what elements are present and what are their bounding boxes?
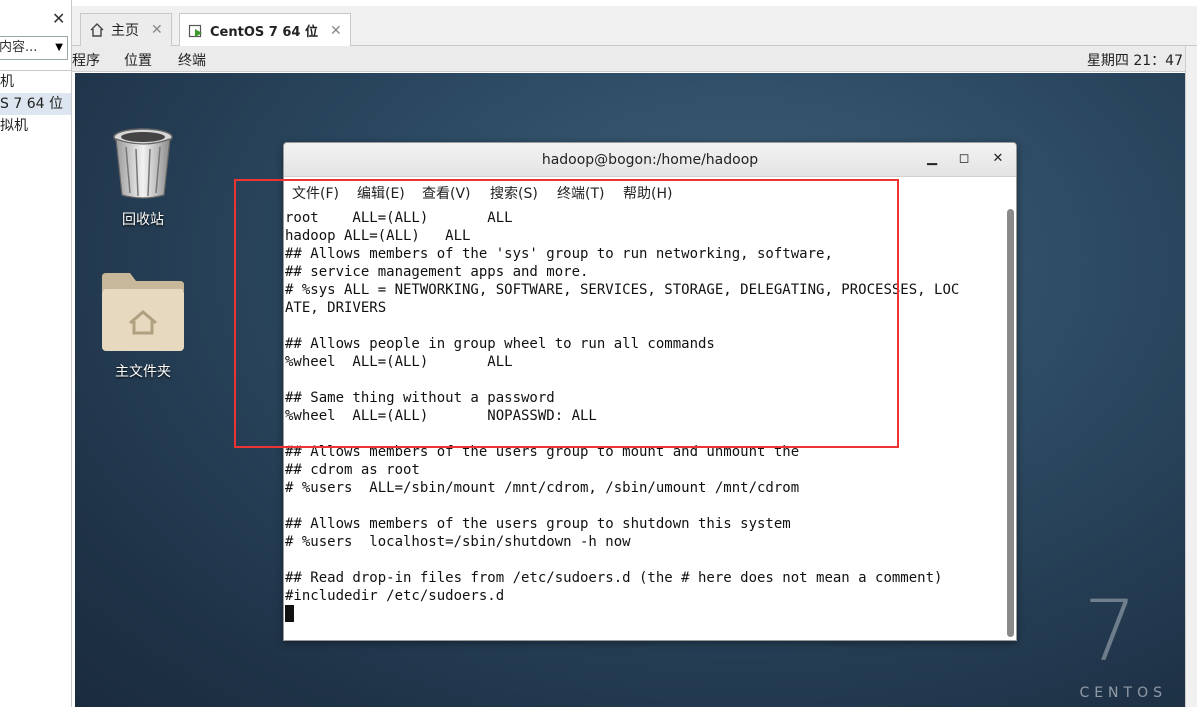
terminal-menu-search[interactable]: 搜索(S) bbox=[490, 183, 538, 203]
tab-centos[interactable]: CentOS 7 64 位 ✕ bbox=[179, 13, 351, 47]
library-item[interactable]: 拟机 bbox=[0, 115, 71, 137]
terminal-menu-edit[interactable]: 编辑(E) bbox=[357, 183, 405, 203]
tab-close-icon[interactable]: ✕ bbox=[151, 22, 163, 38]
vm-menu-programs[interactable]: 程序 bbox=[72, 50, 100, 70]
terminal-line: ## Allows members of the 'sys' group to … bbox=[285, 246, 833, 262]
maximize-icon[interactable]: ◻ bbox=[956, 151, 972, 166]
clock[interactable]: 星期四 21：47 bbox=[1087, 50, 1183, 70]
desktop-icon-label: 回收站 bbox=[122, 212, 164, 228]
vm-scrollbar[interactable] bbox=[1185, 46, 1197, 707]
text-cursor bbox=[285, 605, 294, 622]
vm-running-icon bbox=[188, 24, 202, 37]
terminal-cursor-line bbox=[285, 605, 1004, 623]
terminal-line: ## Same thing without a password bbox=[285, 390, 555, 406]
terminal-menu-terminal[interactable]: 终端(T) bbox=[557, 183, 604, 203]
vm-menu-terminal[interactable]: 终端 bbox=[178, 50, 206, 70]
terminal-line: ## service management apps and more. bbox=[285, 264, 589, 280]
terminal-output[interactable]: root ALL=(ALL) ALL hadoop ALL=(ALL) ALL ##… bbox=[284, 207, 1004, 640]
home-folder-icon bbox=[102, 273, 184, 351]
terminal-line: #includedir /etc/sudoers.d bbox=[285, 588, 505, 604]
terminal-line: hadoop ALL=(ALL) ALL bbox=[285, 228, 471, 244]
library-search-placeholder: 内容... bbox=[0, 40, 38, 55]
terminal-line: ## Read drop-in files from /etc/sudoers.… bbox=[285, 570, 943, 586]
terminal-window: hadoop@bogon:/home/hadoop ▁ ◻ ✕ 文件(F) 编辑… bbox=[283, 142, 1017, 641]
terminal-line: %wheel ALL=(ALL) ALL bbox=[285, 354, 513, 370]
trash-icon bbox=[113, 128, 173, 199]
library-list: 机 S 7 64 位 拟机 bbox=[0, 70, 71, 707]
library-item[interactable]: 机 bbox=[0, 71, 71, 93]
centos-brand-word: CENTOS bbox=[1079, 685, 1167, 701]
tab-home-label: 主页 bbox=[111, 23, 139, 39]
terminal-titlebar[interactable]: hadoop@bogon:/home/hadoop ▁ ◻ ✕ bbox=[284, 143, 1016, 177]
terminal-menu-help[interactable]: 帮助(H) bbox=[623, 183, 672, 203]
terminal-line: # %sys ALL = NETWORKING, SOFTWARE, SERVI… bbox=[285, 282, 960, 298]
desktop-icon-home-folder[interactable]: 主文件夹 bbox=[93, 271, 193, 381]
vm-menu-bar: 程序 位置 终端 星期四 21：47 bbox=[72, 46, 1197, 72]
terminal-scrollbar[interactable] bbox=[1007, 209, 1014, 637]
terminal-line: ATE, DRIVERS bbox=[285, 300, 387, 316]
close-icon[interactable]: ✕ bbox=[52, 9, 65, 28]
terminal-title: hadoop@bogon:/home/hadoop bbox=[541, 152, 759, 168]
terminal-line: ## Allows people in group wheel to run a… bbox=[285, 336, 715, 352]
terminal-line: ## cdrom as root bbox=[285, 462, 420, 478]
terminal-line: root ALL=(ALL) ALL bbox=[285, 210, 513, 226]
terminal-menu-file[interactable]: 文件(F) bbox=[292, 183, 339, 203]
terminal-menu-view[interactable]: 查看(V) bbox=[422, 183, 471, 203]
terminal-line: # %users localhost=/sbin/shutdown -h now bbox=[285, 534, 631, 550]
tab-centos-label: CentOS 7 64 位 bbox=[210, 25, 318, 40]
library-search-input[interactable]: 内容... ▼ bbox=[0, 36, 68, 60]
desktop-icon-label: 主文件夹 bbox=[115, 364, 171, 380]
terminal-line: %wheel ALL=(ALL) NOPASSWD: ALL bbox=[285, 408, 597, 424]
tab-home[interactable]: 主页 ✕ bbox=[80, 13, 172, 46]
home-icon bbox=[90, 23, 104, 37]
tab-close-icon[interactable]: ✕ bbox=[330, 23, 342, 39]
terminal-line: ## Allows members of the users group to … bbox=[285, 516, 791, 532]
terminal-line: # %users ALL=/sbin/mount /mnt/cdrom, /sb… bbox=[285, 480, 800, 496]
terminal-menubar: 文件(F) 编辑(E) 查看(V) 搜索(S) 终端(T) 帮助(H) bbox=[284, 177, 1016, 205]
library-item-selected[interactable]: S 7 64 位 bbox=[0, 93, 71, 115]
desktop-icon-trash[interactable]: 回收站 bbox=[93, 125, 193, 229]
vm-menu-places[interactable]: 位置 bbox=[124, 50, 152, 70]
close-window-icon[interactable]: ✕ bbox=[990, 151, 1006, 166]
library-panel: ✕ 内容... ▼ 机 S 7 64 位 拟机 bbox=[0, 0, 72, 707]
terminal-line: ## Allows members of the users group to … bbox=[285, 444, 800, 460]
dropdown-arrow-icon[interactable]: ▼ bbox=[55, 37, 63, 59]
centos-brand-number: 7 bbox=[1083, 582, 1137, 680]
minimize-icon[interactable]: ▁ bbox=[924, 151, 940, 166]
tab-bar: 主页 ✕ CentOS 7 64 位 ✕ bbox=[72, 6, 1197, 47]
